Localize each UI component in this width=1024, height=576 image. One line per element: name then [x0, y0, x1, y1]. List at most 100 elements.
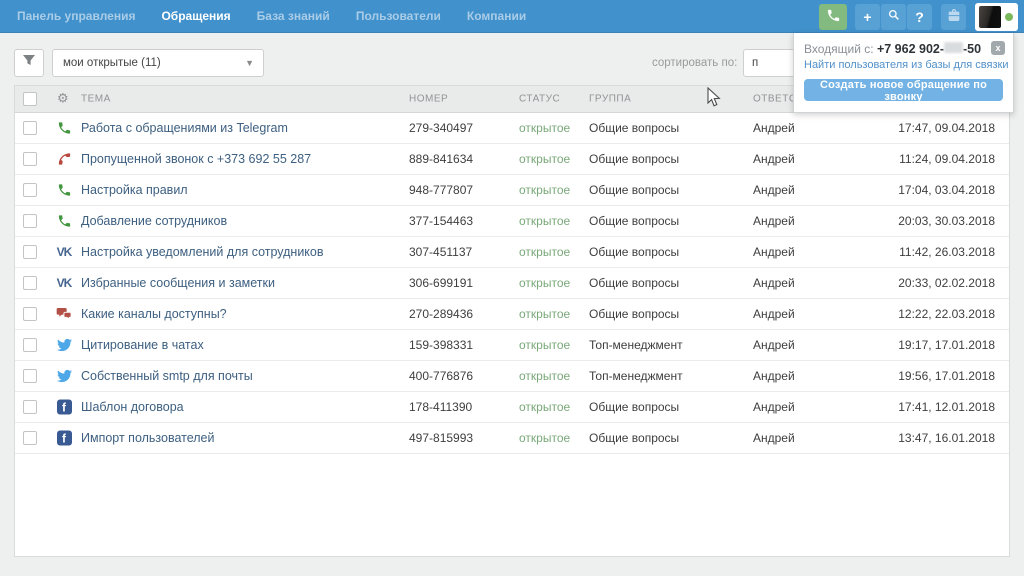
- vk-icon: VK: [55, 276, 73, 290]
- ticket-group: Общие вопросы: [589, 276, 679, 290]
- ticket-group: Топ-менеджмент: [589, 369, 683, 383]
- ticket-status: открытое: [519, 431, 570, 445]
- ticket-topic-link[interactable]: Какие каналы доступны?: [81, 307, 227, 321]
- ticket-topic-link[interactable]: Избранные сообщения и заметки: [81, 276, 275, 290]
- row-checkbox[interactable]: [23, 121, 37, 135]
- ticket-owner: Андрей: [753, 431, 795, 445]
- nav-item-link[interactable]: База знаний: [244, 0, 343, 33]
- ticket-group: Топ-менеджмент: [589, 338, 683, 352]
- sort-by-label: сортировать по:: [652, 49, 737, 77]
- table-row: Работа с обращениями из Telegram279-3404…: [15, 113, 1009, 144]
- add-button[interactable]: +: [855, 4, 880, 30]
- incoming-call-icon: [55, 214, 73, 229]
- nav-item-active[interactable]: Обращения: [148, 0, 243, 33]
- briefcase-icon: [946, 7, 962, 26]
- ticket-owner: Андрей: [753, 152, 795, 166]
- ticket-topic-link[interactable]: Цитирование в чатах: [81, 338, 204, 352]
- ticket-date: 11:42, 26.03.2018: [899, 245, 995, 259]
- chevron-down-icon: ▼: [245, 50, 254, 76]
- user-account-menu[interactable]: [975, 3, 1018, 31]
- table-row: Добавление сотрудников377-154463открытое…: [15, 206, 1009, 237]
- find-user-link[interactable]: Найти пользователя из базы для связки: [804, 59, 1003, 71]
- header-nomer[interactable]: НОМЕР: [409, 94, 448, 105]
- select-all-checkbox[interactable]: [23, 92, 37, 106]
- missed-call-icon: [55, 152, 73, 167]
- row-checkbox[interactable]: [23, 431, 37, 445]
- close-icon[interactable]: x: [991, 41, 1005, 55]
- phone-number-suffix: -50: [963, 42, 981, 56]
- row-checkbox[interactable]: [23, 245, 37, 259]
- ticket-topic-link[interactable]: Шаблон договора: [81, 400, 184, 414]
- row-checkbox[interactable]: [23, 307, 37, 321]
- ticket-status: открытое: [519, 121, 570, 135]
- chat-bubbles-icon: [55, 306, 73, 322]
- filter-button[interactable]: [14, 49, 44, 77]
- twitter-icon: [55, 369, 73, 384]
- ticket-owner: Андрей: [753, 121, 795, 135]
- phone-call-button[interactable]: [819, 4, 847, 30]
- row-checkbox[interactable]: [23, 276, 37, 290]
- ticket-topic-link[interactable]: Настройка правил: [81, 183, 188, 197]
- incoming-call-icon: [55, 121, 73, 136]
- navbar-actions: + ?: [819, 0, 1018, 33]
- briefcase-button[interactable]: [941, 4, 966, 30]
- ticket-group: Общие вопросы: [589, 307, 679, 321]
- ticket-status: открытое: [519, 152, 570, 166]
- ticket-group: Общие вопросы: [589, 400, 679, 414]
- ticket-number: 159-398331: [409, 338, 473, 352]
- online-status-dot: [1005, 13, 1013, 21]
- row-checkbox[interactable]: [23, 183, 37, 197]
- create-ticket-from-call-button[interactable]: Создать новое обращение по звонку: [804, 79, 1003, 101]
- nav-item-link[interactable]: Пользователи: [343, 0, 454, 33]
- table-row: Собственный smtp для почты400-776876откр…: [15, 361, 1009, 392]
- ticket-date: 17:04, 03.04.2018: [898, 183, 995, 197]
- header-status[interactable]: СТАТУС: [519, 94, 560, 105]
- ticket-number: 948-777807: [409, 183, 473, 197]
- ticket-number: 400-776876: [409, 369, 473, 383]
- ticket-group: Общие вопросы: [589, 121, 679, 135]
- nav-item-link[interactable]: Компании: [454, 0, 539, 33]
- ticket-group: Общие вопросы: [589, 245, 679, 259]
- search-button[interactable]: [881, 4, 906, 30]
- ticket-date: 12:22, 22.03.2018: [898, 307, 995, 321]
- help-button[interactable]: ?: [907, 4, 932, 30]
- nav-item-link[interactable]: Панель управления: [4, 0, 148, 33]
- ticket-date: 11:24, 09.04.2018: [899, 152, 995, 166]
- incoming-call-icon: [55, 183, 73, 198]
- ticket-owner: Андрей: [753, 276, 795, 290]
- filter-dropdown-value: мои открытые (11): [63, 57, 161, 69]
- ticket-owner: Андрей: [753, 214, 795, 228]
- ticket-number: 377-154463: [409, 214, 473, 228]
- ticket-topic-link[interactable]: Настройка уведомлений для сотрудников: [81, 245, 324, 259]
- ticket-status: открытое: [519, 276, 570, 290]
- ticket-owner: Андрей: [753, 400, 795, 414]
- filter-funnel-icon: [22, 54, 36, 72]
- ticket-topic-link[interactable]: Добавление сотрудников: [81, 214, 227, 228]
- header-gruppa[interactable]: ГРУППА: [589, 94, 631, 105]
- tickets-table: ⚙ ТЕМА НОМЕР СТАТУС ГРУППА ОТВЕТСТВЕННЫЙ…: [14, 85, 1010, 557]
- gear-icon[interactable]: ⚙: [57, 92, 69, 107]
- incoming-call-popup: Входящий с: +7 962 902--50 x Найти польз…: [793, 33, 1014, 113]
- ticket-topic-link[interactable]: Собственный smtp для почты: [81, 369, 253, 383]
- row-checkbox[interactable]: [23, 152, 37, 166]
- incoming-from-label: Входящий с:: [804, 42, 874, 56]
- header-tema[interactable]: ТЕМА: [81, 94, 111, 105]
- row-checkbox[interactable]: [23, 214, 37, 228]
- ticket-topic-link[interactable]: Импорт пользователей: [81, 431, 215, 445]
- ticket-topic-link[interactable]: Работа с обращениями из Telegram: [81, 121, 288, 135]
- table-row: VKИзбранные сообщения и заметки306-69919…: [15, 268, 1009, 299]
- plus-icon: +: [863, 9, 871, 25]
- ticket-date: 17:41, 12.01.2018: [898, 400, 995, 414]
- row-checkbox[interactable]: [23, 369, 37, 383]
- ticket-date: 20:03, 30.03.2018: [898, 214, 995, 228]
- ticket-group: Общие вопросы: [589, 431, 679, 445]
- ticket-group: Общие вопросы: [589, 214, 679, 228]
- ticket-topic-link[interactable]: Пропущенной звонок с +373 692 55 287: [81, 152, 311, 166]
- ticket-date: 13:47, 16.01.2018: [898, 431, 995, 445]
- row-checkbox[interactable]: [23, 400, 37, 414]
- row-checkbox[interactable]: [23, 338, 37, 352]
- top-navbar: Панель управленияОбращенияБаза знанийПол…: [0, 0, 1024, 33]
- ticket-owner: Андрей: [753, 369, 795, 383]
- ticket-filter-dropdown[interactable]: мои открытые (11) ▼: [52, 49, 264, 77]
- ticket-date: 19:56, 17.01.2018: [898, 369, 995, 383]
